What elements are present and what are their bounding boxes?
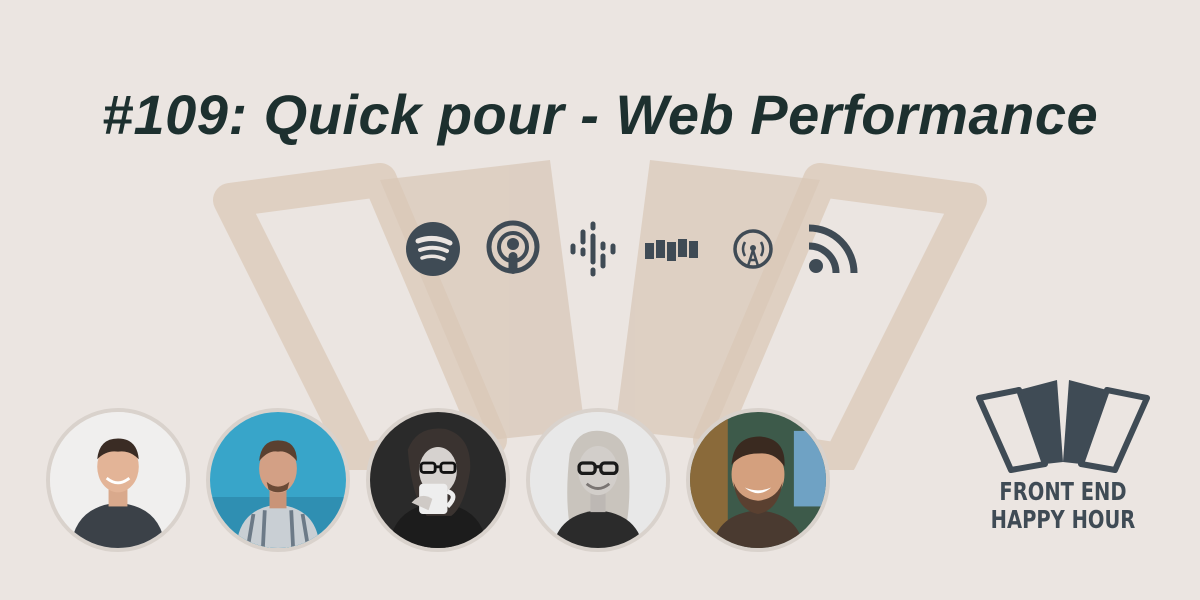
avatar-host-4 xyxy=(526,408,670,552)
avatar-host-5 xyxy=(686,408,830,552)
episode-title: #109: Quick pour - Web Performance xyxy=(101,83,1099,146)
overcast-icon[interactable] xyxy=(724,220,782,278)
apple-podcasts-icon[interactable] xyxy=(484,220,542,278)
brand-name-line-2: HAPPY HOUR xyxy=(990,505,1136,534)
brand-logo-block: FRONT END HAPPY HOUR xyxy=(970,372,1156,534)
avatar-host-2 xyxy=(206,408,350,552)
platform-links xyxy=(404,220,862,278)
avatar-host-3 xyxy=(366,408,510,552)
happy-hour-glasses-logo xyxy=(976,380,1150,473)
google-podcasts-icon[interactable] xyxy=(564,220,622,278)
brand-name-line-1: FRONT END xyxy=(999,477,1127,506)
avatar-host-1 xyxy=(46,408,190,552)
stitcher-icon[interactable] xyxy=(644,220,702,278)
rss-icon[interactable] xyxy=(804,220,862,278)
spotify-icon[interactable] xyxy=(404,220,462,278)
